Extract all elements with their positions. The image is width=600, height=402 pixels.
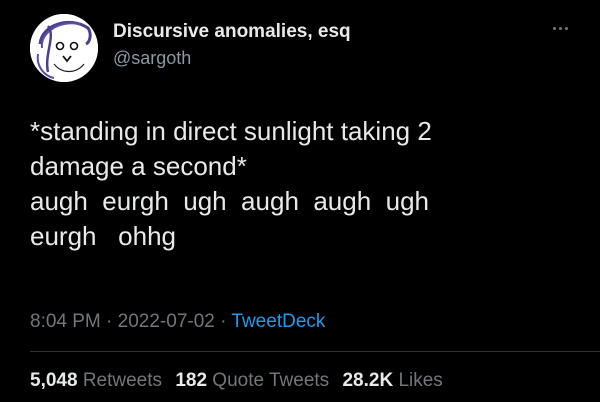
tweet-stats: 5,048 Retweets 182 Quote Tweets 28.2K Li…: [30, 368, 451, 394]
avatar-doodle-icon: [30, 14, 98, 82]
tweet-header: Discursive anomalies, esq @sargoth: [30, 14, 575, 82]
more-dot: [552, 26, 556, 30]
likes-count: 28.2K: [342, 370, 394, 391]
likes-label: Likes: [398, 370, 443, 391]
more-dot: [558, 26, 562, 30]
quote-tweets-label: Quote Tweets: [212, 370, 330, 391]
tweet-date[interactable]: 2022-07-02: [118, 311, 215, 332]
avatar[interactable]: [30, 14, 98, 82]
retweets-stat[interactable]: 5,048 Retweets: [30, 370, 162, 391]
quote-tweets-count: 182: [175, 370, 208, 391]
tweet-card: Discursive anomalies, esq @sargoth *stan…: [0, 0, 600, 402]
retweets-count: 5,048: [30, 370, 78, 391]
display-name[interactable]: Discursive anomalies, esq: [113, 20, 351, 44]
tweet-text: *standing in direct sunlight taking 2 da…: [30, 116, 432, 251]
meta-separator: ·: [106, 311, 113, 332]
tweet-time[interactable]: 8:04 PM: [30, 311, 101, 332]
likes-stat[interactable]: 28.2K Likes: [342, 370, 442, 391]
user-handle[interactable]: @sargoth: [113, 46, 351, 70]
more-dot: [564, 26, 568, 30]
retweets-label: Retweets: [82, 370, 163, 391]
quote-tweets-stat[interactable]: 182 Quote Tweets: [175, 370, 329, 391]
tweet-meta: 8:04 PM · 2022-07-02 · TweetDeck: [30, 309, 325, 335]
user-names: Discursive anomalies, esq @sargoth: [113, 20, 351, 70]
tweet-source-link[interactable]: TweetDeck: [231, 311, 325, 332]
divider: [30, 351, 600, 352]
more-options-icon[interactable]: [545, 20, 575, 36]
meta-separator: ·: [220, 311, 227, 332]
